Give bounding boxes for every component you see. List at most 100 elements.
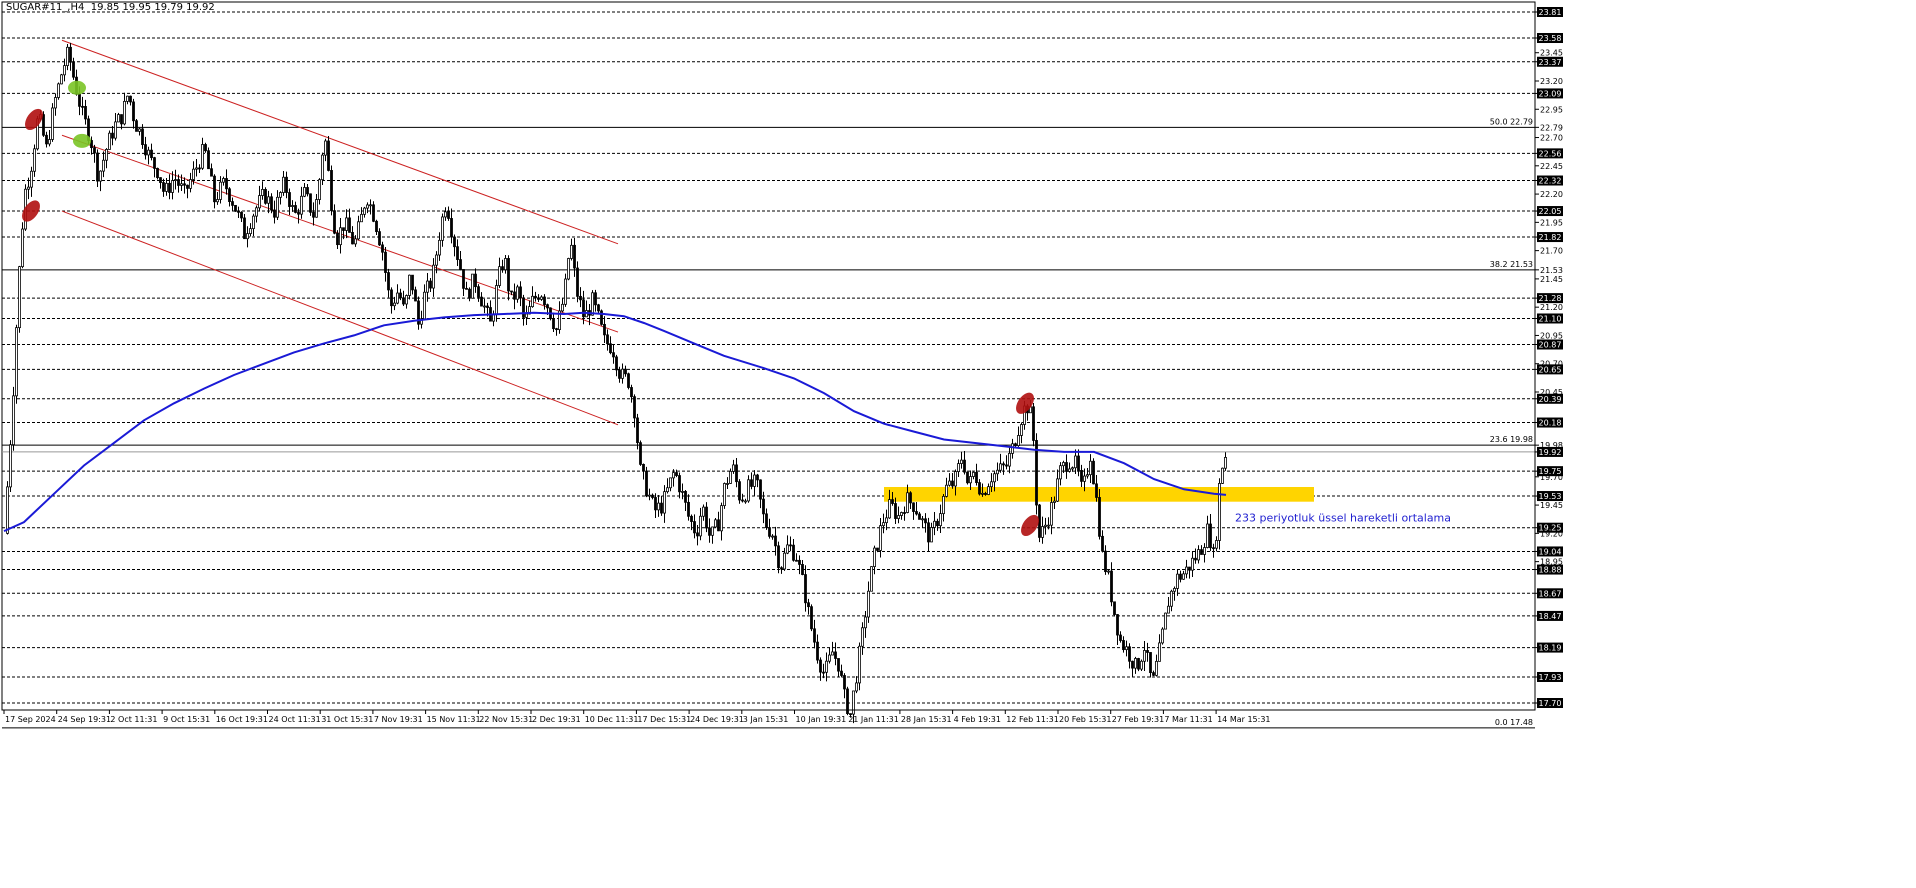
candle-body bbox=[843, 675, 846, 690]
candle-body bbox=[1041, 526, 1044, 538]
time-tick-label: 10 Dec 11:31 bbox=[585, 715, 639, 724]
candle-body bbox=[759, 479, 762, 500]
candle-body bbox=[201, 144, 204, 169]
candle-body bbox=[531, 295, 534, 308]
time-tick-label: 20 Feb 15:31 bbox=[1059, 715, 1111, 724]
candle-body bbox=[60, 74, 63, 85]
candle-body bbox=[546, 304, 549, 309]
candle-body bbox=[393, 302, 396, 307]
candle-body bbox=[108, 132, 111, 150]
price-tick-label: 21.20 bbox=[1540, 303, 1563, 312]
candle-body bbox=[150, 149, 153, 159]
candle-body bbox=[513, 291, 516, 300]
candle-body bbox=[897, 515, 900, 519]
candle-body bbox=[732, 464, 735, 472]
candle-body bbox=[1203, 547, 1206, 555]
candle-body bbox=[351, 231, 354, 245]
candle-body bbox=[870, 566, 873, 592]
candle-body bbox=[1050, 502, 1053, 526]
candle-body bbox=[279, 192, 282, 198]
candle-body bbox=[861, 627, 864, 647]
price-tick-label: 20.95 bbox=[1540, 331, 1563, 340]
price-tick-label: 23.20 bbox=[1540, 77, 1563, 86]
candle-body bbox=[1092, 460, 1095, 485]
time-tick-label: 2 Dec 19:31 bbox=[532, 715, 581, 724]
candle-body bbox=[1170, 590, 1173, 607]
candle-body bbox=[258, 195, 261, 209]
price-tag-label: 17.93 bbox=[1539, 673, 1562, 682]
time-axis[interactable]: 17 Sep 2024 24 Sep 19:31 2 Oct 11:31 9 Oct … bbox=[2, 709, 1535, 724]
candle-body bbox=[291, 205, 294, 207]
time-tick-label: 22 Nov 15:31 bbox=[479, 715, 533, 724]
candle-body bbox=[1053, 500, 1056, 503]
candle-body bbox=[414, 289, 417, 302]
candle-body bbox=[231, 201, 234, 206]
candle-body bbox=[288, 192, 291, 207]
candle-body bbox=[765, 513, 768, 528]
candle-body bbox=[735, 464, 738, 483]
candle-body bbox=[426, 280, 429, 293]
candle-body bbox=[1044, 524, 1047, 527]
candle-body bbox=[834, 651, 837, 659]
candle-body bbox=[984, 492, 987, 495]
candle-body bbox=[321, 154, 324, 181]
candle-body bbox=[1101, 535, 1104, 552]
candle-body bbox=[234, 204, 237, 212]
price-axis[interactable]: 23.81 23.58 23.4523.37 23.20 23.09 22.95 22.79… bbox=[1534, 2, 1563, 710]
candle-body bbox=[468, 288, 471, 299]
candle-body bbox=[855, 682, 858, 692]
candle-body bbox=[354, 238, 357, 245]
candle-body bbox=[114, 121, 117, 139]
price-tick-label: 21.53 bbox=[1540, 266, 1563, 275]
candle-body bbox=[1191, 557, 1194, 571]
candle-body bbox=[441, 216, 444, 241]
symbol-info: SUGAR#11_,H4 19.85 19.95 19.79 19.92 bbox=[6, 2, 215, 13]
candle-body bbox=[555, 328, 558, 331]
candle-body bbox=[1089, 460, 1092, 476]
price-tag-label: 23.58 bbox=[1539, 34, 1562, 43]
candle-body bbox=[942, 495, 945, 515]
candle-body bbox=[120, 114, 123, 125]
candle-body bbox=[921, 518, 924, 521]
candle-body bbox=[1143, 650, 1146, 662]
candle-body bbox=[1074, 455, 1077, 469]
candle-body bbox=[1134, 658, 1137, 669]
candle-body bbox=[435, 254, 438, 266]
candle-body bbox=[1206, 523, 1209, 548]
candle-body bbox=[723, 483, 726, 507]
candle-body bbox=[183, 183, 186, 186]
price-tag-label: 19.25 bbox=[1539, 524, 1562, 533]
candle-body bbox=[165, 182, 168, 192]
candle-body bbox=[1173, 588, 1176, 592]
candle-body bbox=[318, 179, 321, 200]
candle-body bbox=[372, 204, 375, 222]
candle-body bbox=[663, 491, 666, 514]
candle-body bbox=[756, 474, 759, 481]
candle-body bbox=[993, 473, 996, 483]
candle-body bbox=[240, 211, 243, 219]
candle-body bbox=[795, 559, 798, 562]
candle-body bbox=[633, 396, 636, 419]
price-chart[interactable]: 50.0 22.7938.2 21.5323.6 19.980.0 17.48 … bbox=[0, 0, 1916, 888]
candle-body bbox=[1197, 549, 1200, 561]
candle-body bbox=[525, 313, 528, 318]
candle-body bbox=[609, 343, 612, 354]
candle-body bbox=[399, 292, 402, 299]
candle-body bbox=[681, 491, 684, 493]
price-tick-label: 21.95 bbox=[1540, 218, 1563, 227]
candle-body bbox=[522, 297, 525, 318]
candle-body bbox=[402, 297, 405, 305]
candle-body bbox=[1122, 640, 1125, 651]
candle-body bbox=[360, 213, 363, 223]
candle-body bbox=[798, 559, 801, 565]
candle-body bbox=[1179, 573, 1182, 580]
candle-body bbox=[486, 305, 489, 308]
candle-body bbox=[786, 544, 789, 554]
price-tag-label: 22.32 bbox=[1539, 177, 1562, 186]
candle-body bbox=[1107, 570, 1110, 573]
candle-body bbox=[138, 128, 141, 132]
candle-body bbox=[669, 477, 672, 489]
candle-body bbox=[1161, 628, 1164, 644]
price-tag-label: 21.10 bbox=[1539, 314, 1562, 323]
candle-body bbox=[1125, 646, 1128, 651]
